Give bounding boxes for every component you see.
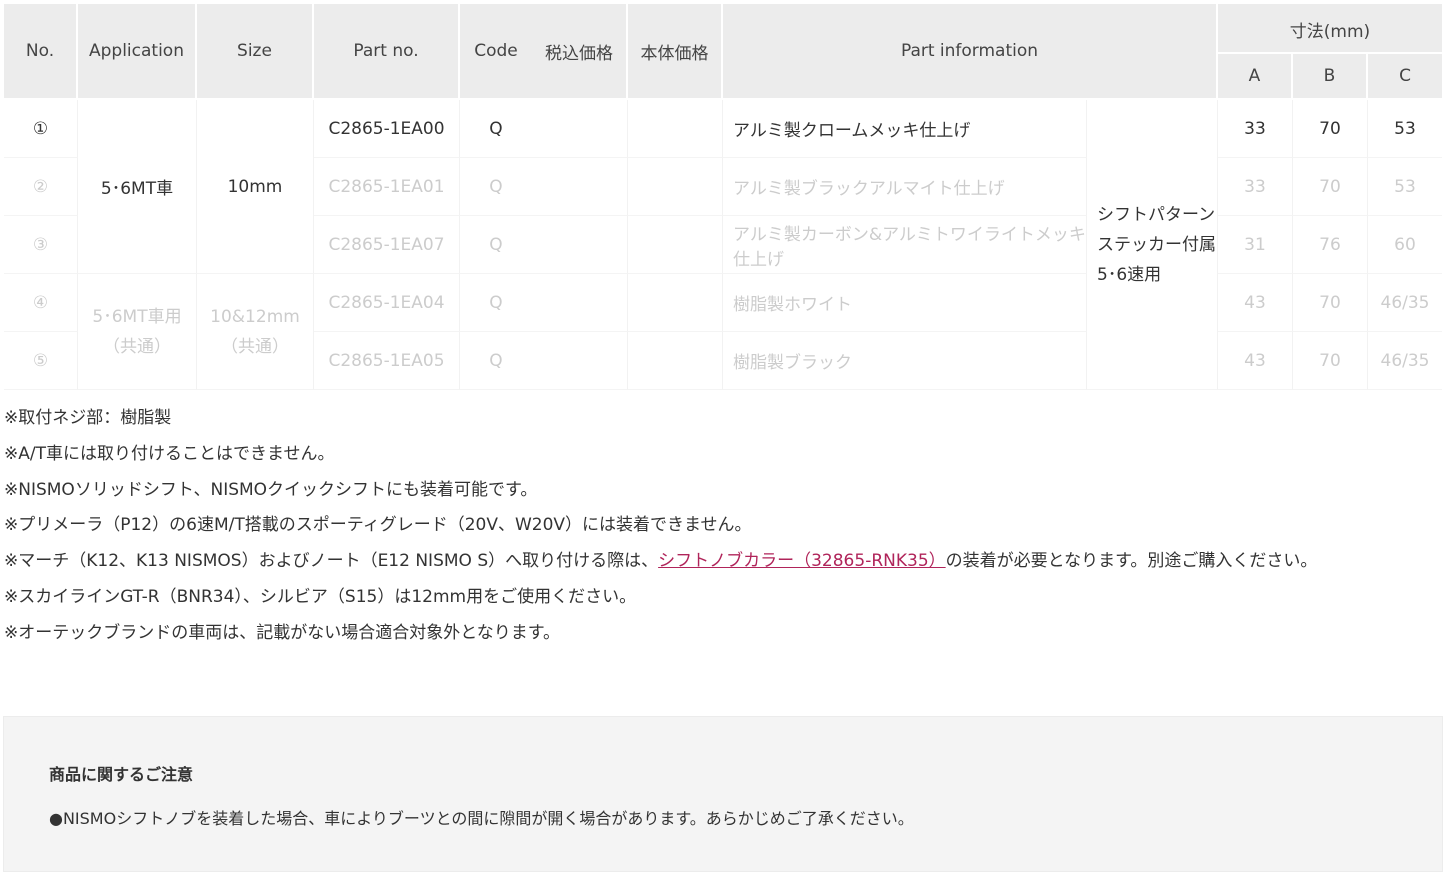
row-4-no: ④ xyxy=(4,274,78,332)
row-1-info: アルミ製クロームメッキ仕上げ xyxy=(723,100,1087,158)
header-no: No. xyxy=(4,4,78,98)
extra-info: シフトパターン ステッカー付属 5･6速用 xyxy=(1087,100,1218,390)
row-2-no: ② xyxy=(4,158,78,216)
row-1-dim-c: 53 xyxy=(1368,100,1442,158)
row-4-part-no: C2865-1EA04 xyxy=(314,274,460,332)
size-group-1: 10mm xyxy=(197,100,314,274)
row-1-no: ① xyxy=(4,100,78,158)
row-1-code: Q xyxy=(460,100,532,158)
row-3-dim-b: 76 xyxy=(1293,216,1368,274)
row-5-dim-c: 46/35 xyxy=(1368,332,1442,390)
shift-knob-collar-link[interactable]: シフトノブカラー（32865-RNK35） xyxy=(658,551,946,571)
row-3-no: ③ xyxy=(4,216,78,274)
row-1-price-base xyxy=(628,100,723,158)
row-5-part-no: C2865-1EA05 xyxy=(314,332,460,390)
row-1-part-no: C2865-1EA00 xyxy=(314,100,460,158)
row-2-price-incl-tax xyxy=(532,158,628,216)
row-3-dim-a: 31 xyxy=(1218,216,1293,274)
row-3-code: Q xyxy=(460,216,532,274)
note-text: ※マーチ（K12、K13 NISMOS）およびノート（E12 NISMO S）へ… xyxy=(4,551,659,572)
note-text: の装着が必要となります。別途ご購入ください。 xyxy=(945,551,1318,572)
application-group-1: 5･6MT車 xyxy=(78,100,197,274)
row-2-info: アルミ製ブラックアルマイト仕上げ xyxy=(723,158,1087,216)
size-group-2-line1: 10&12mm xyxy=(210,306,300,327)
header-dimensions: 寸法(mm) xyxy=(1218,4,1442,54)
extra-info-line1: シフトパターン xyxy=(1097,204,1216,225)
row-5-dim-b: 70 xyxy=(1293,332,1368,390)
row-5-price-base xyxy=(628,332,723,390)
header-dim-a: A xyxy=(1218,52,1293,98)
row-2-dim-b: 70 xyxy=(1293,158,1368,216)
size-group-2-line2: （共通） xyxy=(221,336,289,357)
row-2-code: Q xyxy=(460,158,532,216)
note-item: ※取付ネジ部：樹脂製 xyxy=(4,408,172,428)
note-item: ※オーテックブランドの車両は、記載がない場合適合対象外となります。 xyxy=(4,622,561,643)
row-4-dim-c: 46/35 xyxy=(1368,274,1442,332)
row-2-price-base xyxy=(628,158,723,216)
row-5-no: ⑤ xyxy=(4,332,78,390)
row-5-dim-a: 43 xyxy=(1218,332,1293,390)
header-application: Application xyxy=(78,4,197,98)
header-price-incl-tax: 税込価格 xyxy=(532,4,628,98)
row-5-price-incl-tax xyxy=(532,332,628,390)
header-price-base: 本体価格 xyxy=(628,4,723,98)
application-group-2-line2: （共通） xyxy=(103,336,171,357)
header-code: Code xyxy=(460,4,532,98)
application-group-2-line1: 5･6MT車用 xyxy=(92,306,182,327)
row-4-code: Q xyxy=(460,274,532,332)
row-3-price-incl-tax xyxy=(532,216,628,274)
header-part-info: Part information xyxy=(723,4,1218,98)
row-1-dim-b: 70 xyxy=(1293,100,1368,158)
row-3-part-no: C2865-1EA07 xyxy=(314,216,460,274)
application-group-2: 5･6MT車用 （共通） xyxy=(78,274,197,390)
caution-title: 商品に関するご注意 xyxy=(49,765,194,784)
row-2-dim-a: 33 xyxy=(1218,158,1293,216)
header-size: Size xyxy=(197,4,314,98)
caution-box: 商品に関するご注意 ●NISMOシフトノブを装着した場合、車によりブーツとの間に… xyxy=(3,716,1443,872)
row-2-dim-c: 53 xyxy=(1368,158,1442,216)
header-part-no: Part no. xyxy=(314,4,460,98)
row-5-code: Q xyxy=(460,332,532,390)
row-4-dim-a: 43 xyxy=(1218,274,1293,332)
extra-info-line2: ステッカー付属 xyxy=(1097,234,1216,255)
row-1-dim-a: 33 xyxy=(1218,100,1293,158)
row-2-part-no: C2865-1EA01 xyxy=(314,158,460,216)
row-5-info: 樹脂製ブラック xyxy=(723,332,1087,390)
row-3-dim-c: 60 xyxy=(1368,216,1442,274)
note-item: ※NISMOソリッドシフト、NISMOクイックシフトにも装着可能です。 xyxy=(4,479,538,500)
notes-list: ※取付ネジ部：樹脂製 ※A/T車には取り付けることはできません。 ※NISMOソ… xyxy=(4,404,1434,655)
size-group-2: 10&12mm （共通） xyxy=(197,274,314,390)
note-item: ※スカイラインGT-R（BNR34）、シルビア（S15）は12mm用をご使用くだ… xyxy=(4,586,637,607)
row-3-price-base xyxy=(628,216,723,274)
row-4-price-incl-tax xyxy=(532,274,628,332)
row-4-price-base xyxy=(628,274,723,332)
row-3-info: アルミ製カーボン&アルミトワイライトメッキ仕上げ xyxy=(723,216,1087,274)
note-item: ※プリメーラ（P12）の6速M/T搭載のスポーティグレード（20V、W20V）に… xyxy=(4,515,752,536)
note-item: ※A/T車には取り付けることはできません。 xyxy=(4,443,335,464)
row-1-price-incl-tax xyxy=(532,100,628,158)
note-item-with-link: ※マーチ（K12、K13 NISMOS）およびノート（E12 NISMO S）へ… xyxy=(4,547,1434,583)
header-dim-b: B xyxy=(1293,52,1368,98)
caution-body: ●NISMOシフトノブを装着した場合、車によりブーツとの間に隙間が開く場合があり… xyxy=(49,809,914,828)
header-dim-c: C xyxy=(1368,52,1442,98)
extra-info-line3: 5･6速用 xyxy=(1097,264,1162,285)
spec-table: No. Application Size Part no. Code 税込価格 … xyxy=(4,4,1442,390)
row-4-info: 樹脂製ホワイト xyxy=(723,274,1087,332)
row-4-dim-b: 70 xyxy=(1293,274,1368,332)
